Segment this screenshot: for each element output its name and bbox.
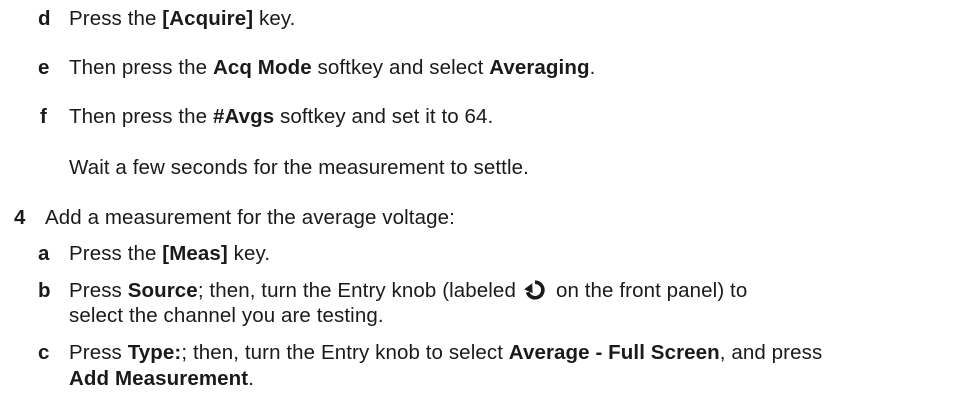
step-b-text-line2: select the channel you are testing. bbox=[69, 304, 384, 327]
entry-knob-icon bbox=[524, 279, 546, 301]
add-measurement-softkey-label: Add Measurement bbox=[69, 367, 249, 390]
step-marker-e: e bbox=[38, 56, 50, 79]
step-marker-d: d bbox=[38, 7, 51, 30]
step-d-text: Press the [Acquire] key. bbox=[69, 7, 296, 30]
manual-page: d Press the [Acquire] key. e Then press … bbox=[0, 0, 955, 403]
type-softkey-label: Type: bbox=[127, 341, 182, 364]
source-softkey-label: Source bbox=[127, 279, 198, 302]
acq-mode-softkey-label: Acq Mode bbox=[212, 56, 312, 79]
step-marker-b: b bbox=[38, 279, 51, 302]
settle-note: Wait a few seconds for the measurement t… bbox=[69, 156, 529, 179]
step-a-text: Press the [Meas] key. bbox=[69, 242, 271, 265]
step-b-text-line1: Press Source; then, turn the Entry knob … bbox=[69, 279, 748, 302]
average-full-screen-option-label: Average - Full Screen bbox=[508, 341, 720, 364]
acquire-key-label: [Acquire] bbox=[162, 7, 254, 30]
step-4-text: Add a measurement for the average voltag… bbox=[45, 206, 455, 229]
meas-key-label: [Meas] bbox=[162, 242, 228, 265]
step-e-text: Then press the Acq Mode softkey and sele… bbox=[69, 56, 596, 79]
avgs-softkey-label: #Avgs bbox=[212, 105, 275, 128]
step-c-text-line1: Press Type:; then, turn the Entry knob t… bbox=[69, 341, 823, 364]
step-marker-c: c bbox=[38, 341, 50, 364]
step-marker-4: 4 bbox=[14, 206, 26, 229]
step-marker-a: a bbox=[38, 242, 50, 265]
step-f-text: Then press the #Avgs softkey and set it … bbox=[69, 105, 494, 128]
averaging-option-label: Averaging bbox=[489, 56, 590, 79]
step-c-text-line2: Add Measurement. bbox=[69, 367, 255, 390]
step-marker-f: f bbox=[40, 105, 47, 128]
